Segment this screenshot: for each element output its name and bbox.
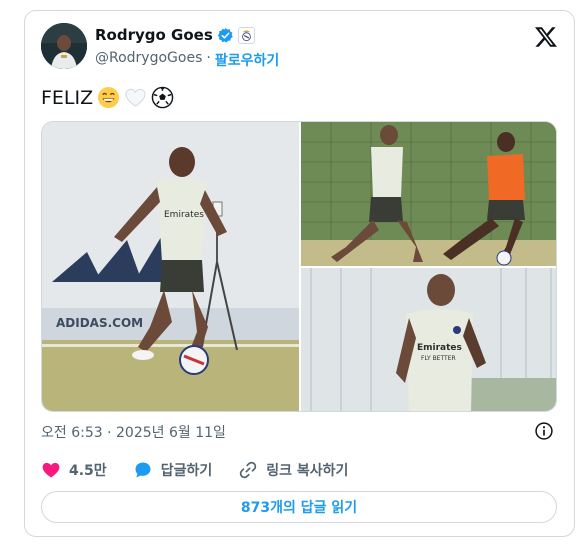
shirt-text-2: Emirates (417, 343, 462, 353)
verified-badge-icon (217, 27, 233, 43)
author-name-row: Rodrygo Goes (95, 26, 255, 44)
action-bar: 4.5만 답글하기 링크 복사하기 (41, 460, 374, 480)
photo-player-dribbling[interactable]: ADIDAS.COM Emirates (42, 122, 299, 411)
like-button[interactable]: 4.5만 (41, 460, 107, 480)
white-heart-emoji-icon (125, 88, 146, 107)
photo-training-duel[interactable] (301, 122, 556, 266)
author-handle[interactable]: @RodrygoGoes (95, 50, 202, 70)
soccer-ball-emoji-icon (151, 86, 174, 109)
author-name[interactable]: Rodrygo Goes (95, 26, 213, 44)
follow-button[interactable]: 팔로우하기 (215, 50, 279, 70)
read-replies-label: 873개의 답글 읽기 (240, 500, 358, 516)
speech-bubble-icon (135, 462, 151, 478)
copy-link-label: 링크 복사하기 (266, 463, 349, 479)
avatar[interactable] (41, 23, 87, 69)
copy-link-button[interactable]: 링크 복사하기 (238, 460, 348, 480)
info-icon[interactable] (534, 421, 554, 441)
grinning-face-emoji-icon (98, 86, 120, 109)
separator-dot: · (206, 50, 211, 66)
tweet-timestamp[interactable]: 오전 6:53 · 2025년 6월 11일 (41, 422, 226, 442)
media-grid: ADIDAS.COM Emirates Emirates FLY BETTER (41, 121, 557, 412)
reply-label: 답글하기 (160, 463, 213, 479)
reply-button[interactable]: 답글하기 (133, 460, 213, 480)
real-madrid-crest-icon[interactable] (237, 26, 255, 44)
link-icon (240, 461, 257, 479)
read-replies-button[interactable]: 873개의 답글 읽기 (41, 491, 557, 523)
shirt-text-1: Emirates (164, 210, 204, 220)
like-count: 4.5만 (69, 463, 107, 479)
ad-board-text: ADIDAS.COM (56, 316, 143, 330)
x-logo-icon[interactable] (534, 25, 558, 49)
heart-icon (42, 462, 60, 478)
author-handle-row: @RodrygoGoes · 팔로우하기 (95, 50, 279, 70)
tweet-card: Rodrygo Goes @RodrygoGoes · 팔로우하기 FELIZ (24, 10, 575, 537)
shirt-subtext: FLY BETTER (421, 355, 456, 362)
tweet-text: FELIZ (41, 86, 174, 109)
photo-player-running[interactable]: Emirates FLY BETTER (301, 268, 556, 411)
tweet-text-body: FELIZ (41, 86, 94, 109)
